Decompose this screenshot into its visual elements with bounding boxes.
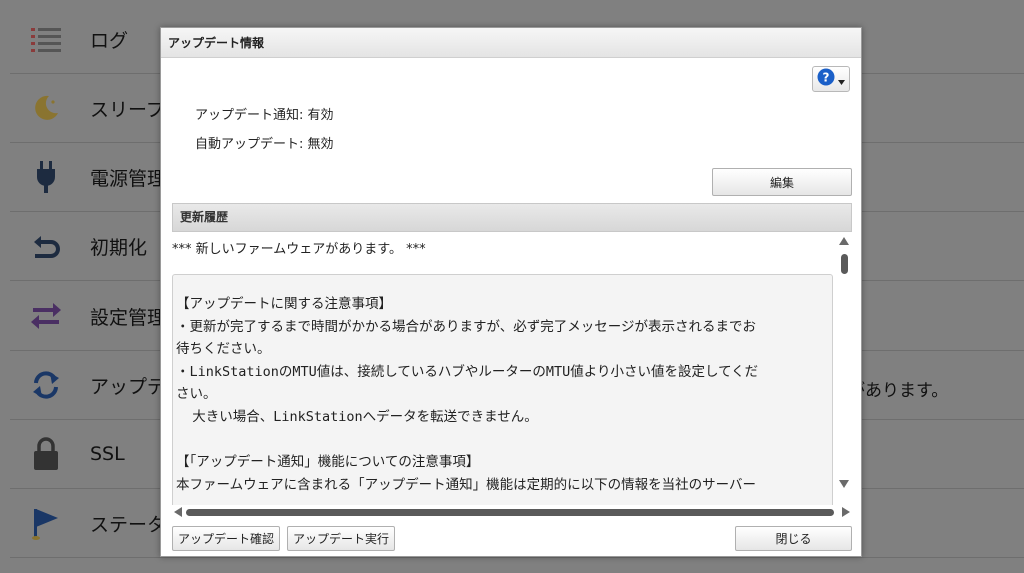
settings-item-label: SSL (90, 443, 125, 465)
notice-line (176, 429, 830, 452)
update-run-button[interactable]: アップデート実行 (287, 526, 395, 551)
status-flag-icon (28, 505, 64, 541)
history-content: *** 新しいファームウェアがあります。 *** 【アップデートに関する注意事項… (172, 232, 834, 505)
settings-transfer-icon (28, 298, 64, 334)
settings-item-label: 初期化 (90, 236, 148, 259)
edit-button[interactable]: 編集 (712, 168, 852, 196)
chevron-down-icon (838, 70, 845, 89)
scroll-up-arrow-icon[interactable] (839, 237, 849, 245)
settings-item-label: アップデ (90, 375, 167, 398)
notice-line: 【アップデートに関する注意事項】 (176, 296, 392, 312)
power-plug-icon (28, 159, 64, 195)
notice-line: さい。 (176, 386, 217, 403)
vertical-scrollbar[interactable] (836, 232, 852, 494)
update-check-button[interactable]: アップデート確認 (172, 526, 280, 551)
close-button[interactable]: 閉じる (735, 526, 852, 551)
svg-text:?: ? (823, 71, 830, 85)
update-available-text: があります。 (848, 381, 949, 401)
notice-line: 【「アップデート通知」機能についての注意事項】 (176, 454, 480, 471)
notice-line: 大きい場合、LinkStationへデータを転送できません。 (176, 408, 538, 425)
scroll-right-arrow-icon[interactable] (842, 507, 850, 517)
notice-line: ・LinkStationのMTU値は、接続しているハブやルーターのMTU値より小… (176, 363, 759, 380)
reset-arrow-icon (28, 228, 64, 264)
scroll-down-arrow-icon[interactable] (839, 480, 849, 488)
scroll-left-arrow-icon[interactable] (174, 507, 182, 517)
settings-item-label: ステータ (90, 513, 167, 536)
update-refresh-icon (28, 367, 64, 403)
history-box: *** 新しいファームウェアがあります。 *** 【アップデートに関する注意事項… (172, 232, 852, 520)
update-notify-status: アップデート通知: 有効 (195, 108, 334, 123)
notice-line: 本ファームウェアに含まれる「アップデート通知」機能は定期的に以下の情報を当社のサ… (176, 476, 756, 493)
dialog-title: アップデート情報 (161, 28, 861, 58)
notice-panel: 【アップデートに関する注意事項】 ・更新が完了するまで時間がかかる場合があります… (172, 274, 833, 505)
horizontal-scroll-thumb[interactable] (186, 509, 834, 516)
settings-item-label: ログ (90, 29, 129, 52)
notice-line: 待ちください。 (176, 341, 271, 358)
auto-update-status: 自動アップデート: 無効 (195, 137, 334, 152)
settings-item-label: 電源管理 (90, 167, 167, 190)
sleep-moon-icon (28, 90, 64, 126)
help-button[interactable]: ? (812, 66, 850, 92)
settings-item-label: 設定管理 (90, 306, 167, 329)
notice-line: ・更新が完了するまで時間がかかる場合がありますが、必ず完了メッセージが表示される… (176, 318, 756, 335)
help-icon: ? (817, 68, 835, 90)
lock-icon (28, 436, 64, 472)
log-list-icon (28, 21, 64, 57)
settings-item-label: スリープ (90, 98, 165, 121)
history-header: 更新履歴 (172, 203, 852, 232)
update-info-dialog: アップデート情報 ? アップデート通知: 有効 自動アップデート: 無効 編集 … (160, 27, 862, 557)
new-firmware-message: *** 新しいファームウェアがあります。 *** (172, 242, 426, 257)
vertical-scroll-thumb[interactable] (841, 254, 848, 274)
horizontal-scrollbar[interactable] (172, 505, 852, 520)
